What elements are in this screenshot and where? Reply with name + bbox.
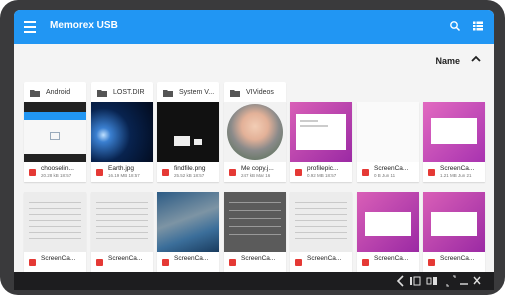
folder-item[interactable]: LOST.DIR (91, 82, 153, 104)
file-thumbnail (423, 102, 485, 162)
file-name: ScreenCa... (307, 255, 342, 262)
file-tile[interactable]: Earth.jpg 16.19 MB 18:57 (91, 102, 153, 182)
file-tile[interactable]: ScreenCa... (423, 192, 485, 272)
image-file-icon (428, 259, 435, 266)
image-file-icon (229, 259, 236, 266)
image-file-icon (96, 259, 103, 266)
folder-item[interactable]: System V... (157, 82, 219, 104)
file-name: ScreenCa... (440, 255, 475, 262)
file-name: findfile.png (174, 165, 206, 172)
file-name: ScreenCa... (374, 255, 409, 262)
app-bar: Memorex USB (14, 10, 494, 44)
sort-label[interactable]: Name (435, 56, 460, 66)
image-file-icon (295, 169, 302, 176)
navigation-bar (14, 272, 494, 290)
folder-icon (163, 90, 173, 97)
expand-icon[interactable] (446, 275, 456, 287)
file-name: ScreenCa... (41, 255, 76, 262)
file-name: profilepic... (307, 165, 339, 172)
chevron-up-icon[interactable] (470, 53, 482, 65)
file-meta: 16.19 MB 18:57 (108, 173, 140, 178)
folder-icon (30, 90, 40, 97)
image-file-icon (295, 259, 302, 266)
file-thumbnail (157, 102, 219, 162)
file-meta: 0.92 MB 18:57 (307, 173, 337, 178)
grid-view-icon[interactable] (472, 20, 484, 32)
folder-name: LOST.DIR (113, 89, 145, 96)
sort-bar: Name (14, 44, 494, 78)
image-file-icon (428, 169, 435, 176)
file-thumbnail (290, 192, 352, 252)
recents-icon[interactable] (426, 275, 438, 287)
folder-icon (97, 90, 107, 97)
home-icon[interactable] (409, 275, 421, 287)
file-tile[interactable]: ScreenCa... (91, 192, 153, 272)
file-name: Me copy.j... (241, 165, 274, 172)
file-thumbnail (91, 192, 153, 252)
image-file-icon (29, 259, 36, 266)
folder-icon (230, 90, 240, 97)
image-file-icon (29, 169, 36, 176)
file-thumbnail (290, 102, 352, 162)
app-screen: Memorex USB Name Android LOST.DIR System… (14, 10, 494, 290)
file-thumbnail (24, 192, 86, 252)
file-name: ScreenCa... (174, 255, 209, 262)
file-name: ScreenCa... (440, 165, 475, 172)
image-file-icon (162, 169, 169, 176)
file-tile[interactable]: ScreenCa... 0 B Jun 11 (357, 102, 419, 182)
folder-row: Android LOST.DIR System V... VIVideos (14, 78, 494, 104)
app-title: Memorex USB (50, 20, 118, 31)
image-file-icon (362, 259, 369, 266)
file-thumbnail (423, 192, 485, 252)
file-thumbnail (157, 192, 219, 252)
device-frame: Memorex USB Name Android LOST.DIR System… (0, 0, 505, 295)
image-file-icon (162, 259, 169, 266)
file-name: ScreenCa... (108, 255, 143, 262)
close-icon[interactable] (472, 275, 482, 287)
file-thumbnail (224, 102, 286, 162)
file-meta: 25.52 kB 18:57 (174, 173, 205, 178)
file-tile[interactable]: ScreenCa... (157, 192, 219, 272)
file-tile[interactable]: ScreenCa... (224, 192, 286, 272)
folder-name: VIVideos (246, 89, 274, 96)
file-name: ScreenCa... (374, 165, 409, 172)
file-thumbnail (224, 192, 286, 252)
file-tile[interactable]: chooselin... 20.28 kB 18:57 (24, 102, 86, 182)
file-thumbnail (24, 102, 86, 162)
menu-icon[interactable] (24, 21, 36, 33)
file-tile[interactable]: findfile.png 25.52 kB 18:57 (157, 102, 219, 182)
folder-name: Android (46, 89, 71, 96)
file-tile[interactable]: ScreenCa... (290, 192, 352, 272)
folder-name: System V... (179, 89, 215, 96)
file-tile[interactable]: profilepic... 0.92 MB 18:57 (290, 102, 352, 182)
file-meta: 20.28 kB 18:57 (41, 173, 72, 178)
minimize-icon[interactable] (459, 275, 469, 287)
file-tile[interactable]: ScreenCa... 1.21 MB Jun 21 (423, 102, 485, 182)
file-meta: 0 B Jun 11 (374, 173, 396, 178)
back-icon[interactable] (396, 275, 406, 287)
file-name: chooselin... (41, 165, 74, 172)
file-thumbnail (91, 102, 153, 162)
file-meta: 1.21 MB Jun 21 (440, 173, 472, 178)
file-thumbnail (357, 102, 419, 162)
file-name: Earth.jpg (108, 165, 135, 172)
folder-item[interactable]: Android (24, 82, 86, 104)
image-file-icon (96, 169, 103, 176)
file-name: ScreenCa... (241, 255, 276, 262)
folder-item[interactable]: VIVideos (224, 82, 286, 104)
file-tile[interactable]: ScreenCa... (357, 192, 419, 272)
search-icon[interactable] (449, 20, 461, 32)
image-file-icon (229, 169, 236, 176)
file-tile[interactable]: Me copy.j... 247 kB Mar 16 (224, 102, 286, 182)
file-tile[interactable]: ScreenCa... (24, 192, 86, 272)
file-thumbnail (357, 192, 419, 252)
file-meta: 247 kB Mar 16 (241, 173, 271, 178)
image-file-icon (362, 169, 369, 176)
